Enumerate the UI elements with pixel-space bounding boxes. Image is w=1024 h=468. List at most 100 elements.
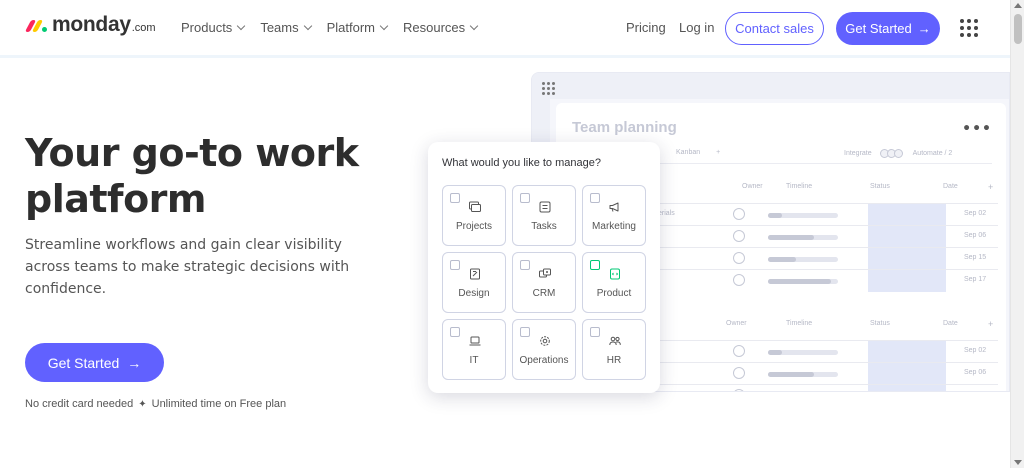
hero-get-started-button[interactable]: Get Started →	[25, 343, 164, 382]
col-timeline: Timeline	[786, 183, 813, 190]
crm-icon	[538, 267, 552, 281]
tile-projects-label: Projects	[455, 221, 493, 232]
tab-kanban: Kanban	[676, 149, 701, 156]
marketing-checkbox[interactable]	[590, 193, 600, 203]
date-cell: Sep 06	[964, 369, 987, 376]
header-get-started-button[interactable]: Get Started →	[836, 12, 940, 45]
operations-checkbox[interactable]	[520, 327, 530, 337]
tile-hr-label: HR	[606, 355, 622, 366]
tile-marketing-label: Marketing	[592, 221, 636, 232]
design-icon	[468, 267, 482, 281]
laptop-icon	[468, 334, 482, 348]
col-owner: Owner	[726, 320, 747, 327]
contact-sales-button[interactable]: Contact sales	[725, 12, 824, 45]
it-checkbox[interactable]	[450, 327, 460, 337]
projects-checkbox[interactable]	[450, 193, 460, 203]
tile-marketing[interactable]: Marketing	[582, 185, 646, 246]
owner-avatar-icon	[733, 252, 745, 264]
no-credit-card-note: No credit card needed	[25, 398, 134, 410]
tile-hr[interactable]: HR	[582, 319, 646, 380]
table-row: Sep 06	[656, 362, 998, 385]
timeline-bar-fill	[768, 235, 814, 240]
add-column-icon: +	[988, 182, 994, 192]
automate-label: Automate / 2	[912, 150, 953, 157]
add-column-icon: +	[988, 319, 994, 329]
tile-design[interactable]: Design	[442, 252, 506, 313]
board-view-tabs: Kanban +	[676, 149, 720, 156]
product-checkbox[interactable]	[590, 260, 600, 270]
tasks-checkbox[interactable]	[520, 193, 530, 203]
crm-checkbox[interactable]	[520, 260, 530, 270]
tile-crm[interactable]: CRM	[512, 252, 576, 313]
date-cell: Sep 02	[964, 210, 987, 217]
hero-title: Your go-to work platform	[25, 131, 359, 221]
col-timeline: Timeline	[786, 320, 813, 327]
page-scrollbar[interactable]	[1010, 0, 1024, 468]
nav-products-label: Products	[181, 20, 233, 35]
timeline-bar	[768, 257, 838, 262]
tile-operations[interactable]: Operations	[512, 319, 576, 380]
nav-products[interactable]: Products	[181, 20, 246, 35]
tasks-icon	[538, 200, 552, 214]
apps-grid-icon[interactable]	[960, 19, 978, 37]
tile-product-label: Product	[596, 288, 632, 299]
table-row: Sep 02	[656, 203, 998, 226]
timeline-bar-fill	[768, 213, 782, 218]
gear-icon	[538, 334, 552, 348]
owner-avatar-icon	[733, 274, 745, 286]
main-nav: Products Teams Platform Resources	[181, 20, 479, 35]
nav-platform[interactable]: Platform	[326, 20, 389, 35]
tile-design-label: Design	[458, 288, 490, 299]
design-checkbox[interactable]	[450, 260, 460, 270]
logo-suffix: .com	[131, 22, 156, 34]
status-cell	[868, 341, 946, 363]
scroll-thumb[interactable]	[1014, 14, 1022, 44]
product-icon	[608, 267, 622, 281]
logo-mark-icon	[24, 18, 49, 32]
nav-teams[interactable]: Teams	[260, 20, 312, 35]
status-cell	[868, 248, 946, 270]
add-view-icon: +	[716, 149, 721, 156]
timeline-bar-fill	[768, 279, 831, 284]
date-cell: Sep 17	[964, 276, 987, 283]
scroll-up-arrow-icon[interactable]	[1014, 3, 1022, 8]
owner-avatar-icon	[733, 230, 745, 242]
status-cell	[868, 204, 946, 226]
timeline-bar	[768, 372, 838, 377]
date-cell: Sep 15	[964, 391, 986, 392]
manage-question: What would you like to manage?	[442, 157, 601, 169]
arrow-right-icon: →	[917, 21, 931, 36]
free-plan-note: Unlimited time on Free plan	[151, 398, 287, 410]
pricing-link[interactable]: Pricing	[626, 20, 666, 35]
hr-checkbox[interactable]	[590, 327, 600, 337]
nav-teams-label: Teams	[260, 20, 299, 35]
board-actions: Integrate Automate / 2	[844, 149, 952, 158]
projects-icon	[468, 200, 482, 214]
owner-avatar-icon	[733, 367, 745, 379]
chevron-down-icon	[303, 21, 312, 31]
nav-platform-label: Platform	[326, 20, 376, 35]
tile-product[interactable]: Product	[582, 252, 646, 313]
table-row: Sep 15	[656, 247, 998, 270]
chevron-down-icon	[469, 21, 479, 31]
tile-it[interactable]: IT	[442, 319, 506, 380]
scroll-down-arrow-icon[interactable]	[1014, 460, 1022, 465]
timeline-bar-fill	[768, 257, 796, 262]
chevron-down-icon	[379, 21, 389, 31]
top-nav: monday .com Products Teams Platform Reso…	[0, 0, 1010, 58]
status-cell	[868, 270, 946, 292]
timeline-bar	[768, 279, 838, 284]
monday-logo[interactable]: monday .com	[24, 13, 156, 37]
tile-projects[interactable]: Projects	[442, 185, 506, 246]
status-cell	[868, 226, 946, 248]
table-row: Sep 02	[656, 340, 998, 363]
more-options-icon: •••	[962, 121, 992, 137]
login-link[interactable]: Log in	[679, 20, 714, 35]
nav-resources-label: Resources	[403, 20, 466, 35]
nav-resources[interactable]: Resources	[403, 20, 479, 35]
date-cell: Sep 02	[964, 347, 987, 354]
integrate-label: Integrate	[844, 150, 872, 157]
tile-operations-label: Operations	[519, 355, 569, 366]
tile-tasks[interactable]: Tasks	[512, 185, 576, 246]
tile-crm-label: CRM	[532, 288, 556, 299]
